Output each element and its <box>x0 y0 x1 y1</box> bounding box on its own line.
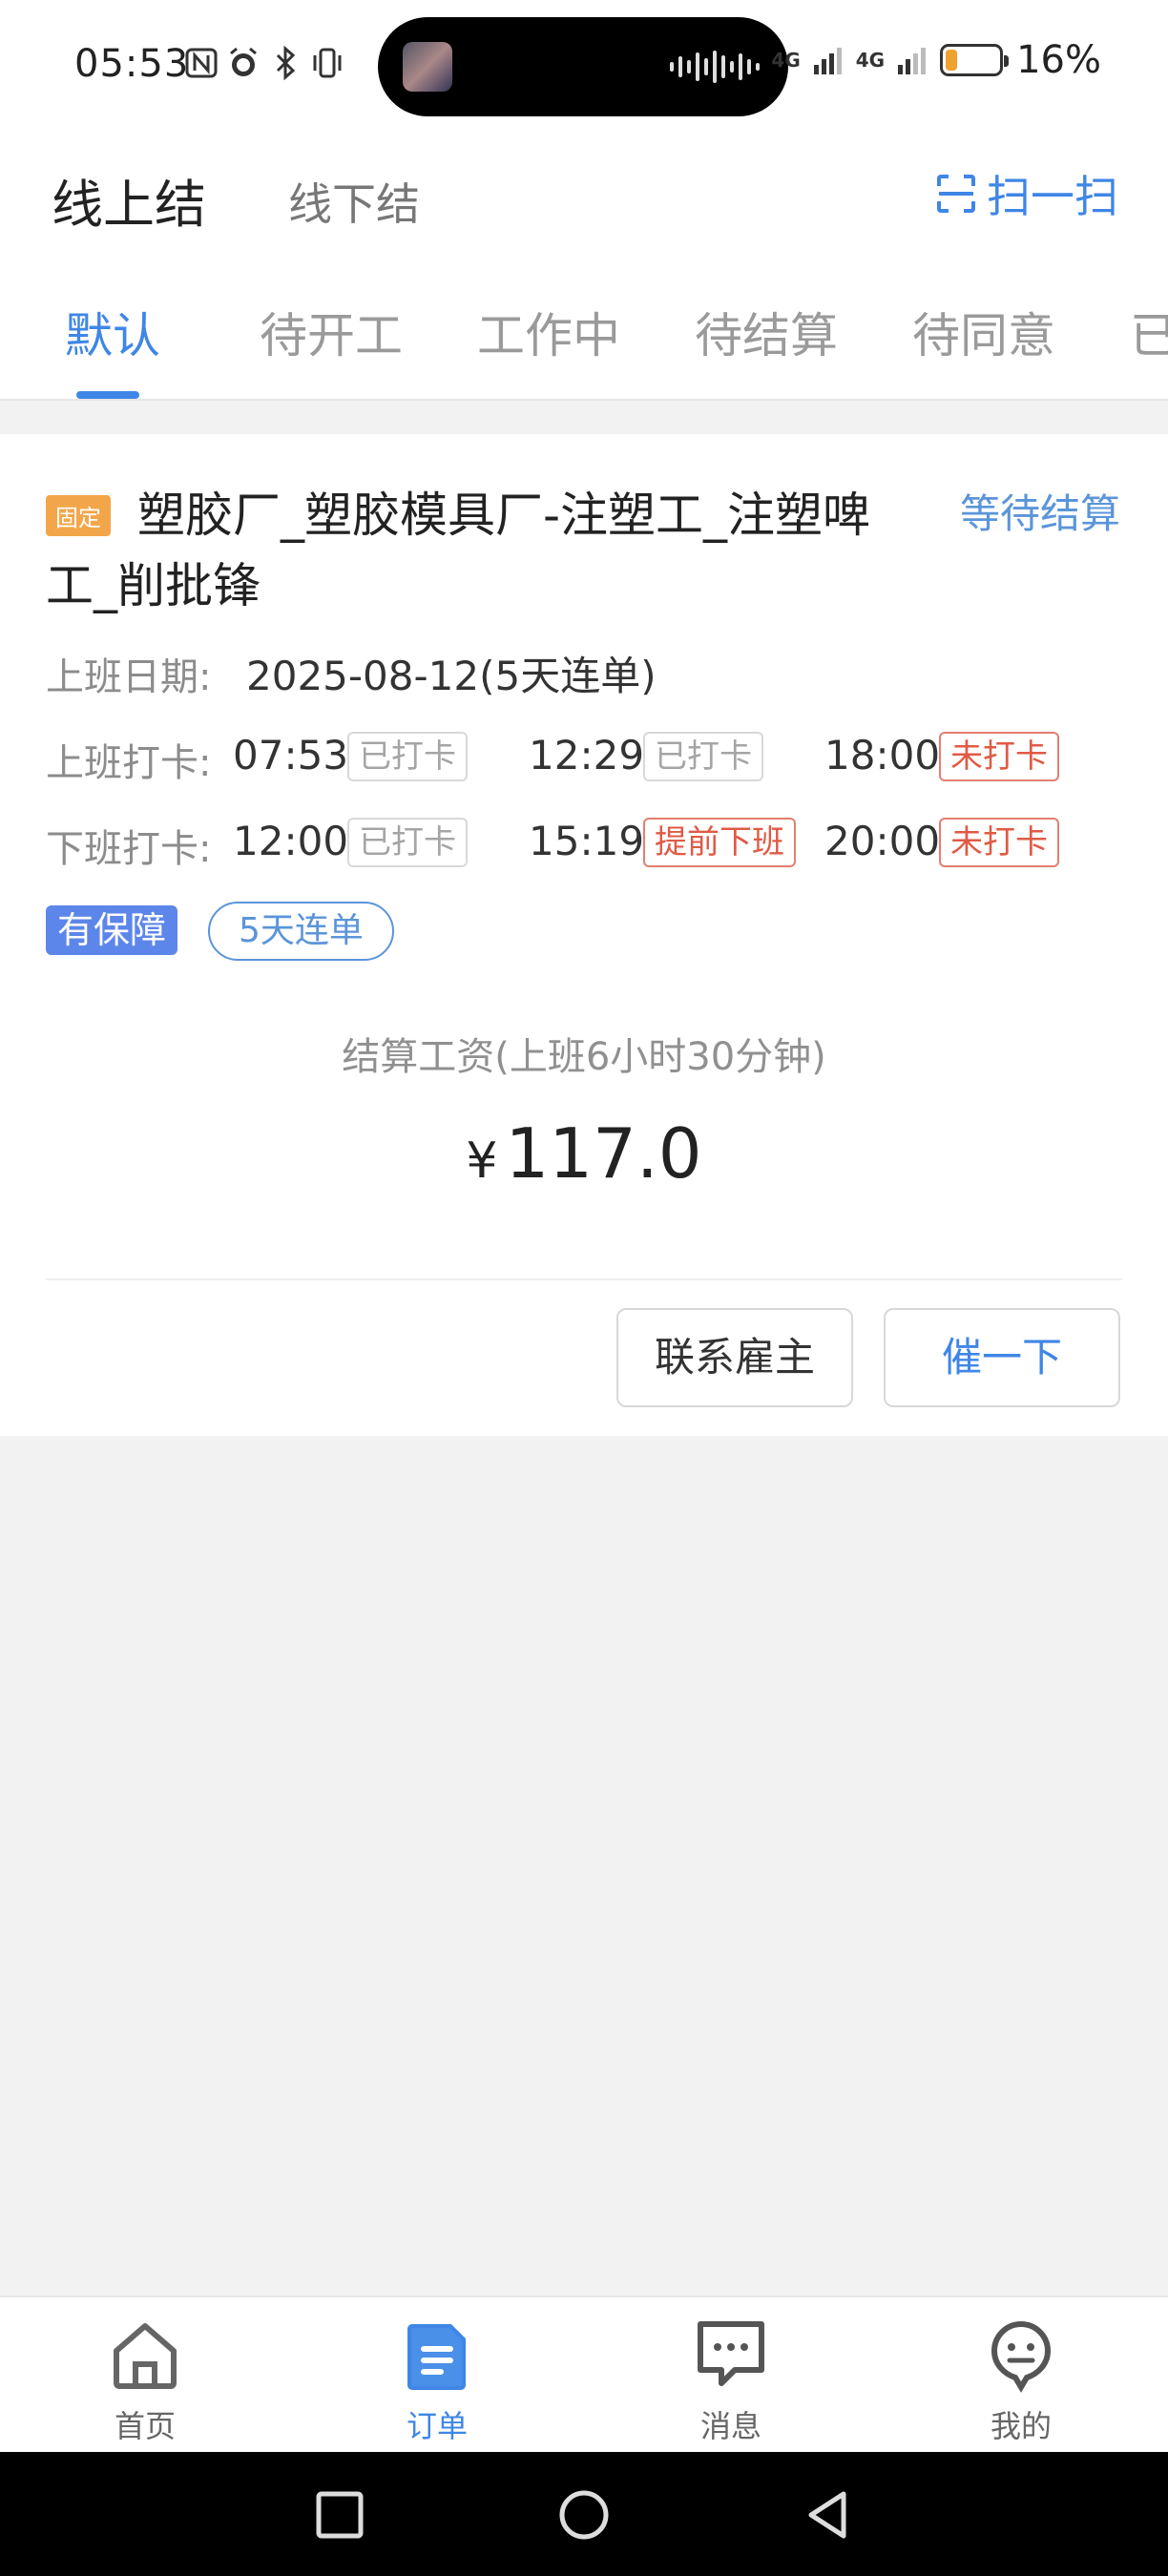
tab-offline-settle[interactable]: 线下结 <box>288 170 420 233</box>
home-icon <box>114 2323 177 2389</box>
wage-amount: ¥117.0 <box>0 1113 1168 1194</box>
tab-default[interactable]: 默认 <box>65 298 160 366</box>
battery-icon <box>940 44 1010 76</box>
back-icon[interactable] <box>802 2488 855 2542</box>
clock-out-state-3: 未打卡 <box>939 818 1059 867</box>
clock-in-state-2: 已打卡 <box>643 732 763 781</box>
recent-apps-icon[interactable] <box>313 2488 366 2542</box>
nav-order[interactable]: 订单 <box>361 2316 513 2446</box>
clock-in-time-2: 12:29 <box>529 732 645 779</box>
clock-out-state-1: 已打卡 <box>347 818 468 867</box>
status-icons <box>185 46 344 80</box>
home-circle-icon[interactable] <box>557 2488 611 2542</box>
order-status-tabs: 默认 待开工 工作中 待结算 待同意 已 <box>0 267 1168 401</box>
nav-home[interactable]: 首页 <box>69 2316 221 2446</box>
bluetooth-icon <box>276 46 296 80</box>
clock-in-time-1: 07:53 <box>233 732 349 779</box>
clock-in-label: 上班打卡: <box>46 741 212 785</box>
clock-in-state-3: 未打卡 <box>939 732 1059 781</box>
card-divider <box>46 1278 1122 1280</box>
currency-symbol: ¥ <box>466 1132 498 1190</box>
wage-label: 结算工资(上班6小时30分钟) <box>342 1035 826 1079</box>
clock-in-time-3: 18:00 <box>824 732 941 779</box>
signal-icon <box>813 48 842 74</box>
active-tab-indicator <box>76 391 139 399</box>
status-right: 4G 4G 16% <box>771 38 1101 82</box>
nav-message[interactable]: 消息 <box>655 2316 807 2446</box>
clock-out-time-2: 15:19 <box>529 818 645 864</box>
message-icon <box>698 2321 764 2386</box>
audio-wave-icon <box>670 50 760 84</box>
nav-profile-label: 我的 <box>990 2408 1052 2444</box>
dynamic-island <box>378 17 788 116</box>
clock-out-label: 下班打卡: <box>46 827 212 871</box>
guarantee-tag: 有保障 <box>46 905 178 955</box>
clock-out-time-3: 20:00 <box>824 818 941 864</box>
nav-profile[interactable]: 我的 <box>945 2316 1097 2446</box>
tab-pending-settle[interactable]: 待结算 <box>695 298 838 366</box>
scan-icon <box>937 175 975 213</box>
contact-employer-button[interactable]: 联系雇主 <box>616 1308 853 1407</box>
status-bar: 05:53 4G 4G 16% <box>0 0 1168 134</box>
alarm-icon <box>230 47 257 76</box>
tab-online-settle[interactable]: 线上结 <box>52 162 206 238</box>
scan-label: 扫一扫 <box>987 171 1118 222</box>
music-cover-icon <box>403 42 452 92</box>
tab-pending-start[interactable]: 待开工 <box>260 298 403 366</box>
status-time: 05:53 <box>74 42 190 86</box>
bottom-nav: 首页 订单 消息 我的 <box>0 2296 1168 2452</box>
clock-in-state-1: 已打卡 <box>347 732 468 781</box>
clock-out-state-2: 提前下班 <box>643 818 796 867</box>
order-title: 塑胶厂_塑胶模具厂-注塑工_注塑啤工_削批锋 <box>46 488 871 613</box>
signal-icon-2 <box>898 48 927 74</box>
work-date-value: 2025-08-12(5天连单) <box>246 653 657 699</box>
scan-button[interactable]: 扫一扫 <box>935 162 1118 225</box>
work-date-label: 上班日期: <box>46 655 212 699</box>
order-status: 等待结算 <box>959 490 1120 537</box>
order-icon <box>407 2324 466 2390</box>
network-1: 4G <box>771 49 801 72</box>
streak-tag: 5天连单 <box>208 902 394 961</box>
system-navigation-bar <box>0 2452 1168 2576</box>
tab-working[interactable]: 工作中 <box>477 298 620 366</box>
order-card[interactable]: 固定 塑胶厂_塑胶模具厂-注塑工_注塑啤工_削批锋 等待结算 上班日期: 202… <box>0 434 1168 1436</box>
nav-message-label: 消息 <box>699 2408 761 2444</box>
urge-button[interactable]: 催一下 <box>884 1308 1120 1407</box>
network-2: 4G <box>855 49 886 72</box>
wage-value: 117.0 <box>505 1113 702 1194</box>
nav-home-label: 首页 <box>114 2408 176 2444</box>
header: 线上结 线下结 扫一扫 <box>0 134 1168 267</box>
tab-pending-agree[interactable]: 待同意 <box>912 298 1055 366</box>
vibrate-icon <box>313 48 342 78</box>
clock-out-time-1: 12:00 <box>233 818 349 864</box>
battery-percent: 16% <box>1016 38 1101 82</box>
nfc-icon <box>185 48 218 78</box>
profile-icon <box>991 2320 1052 2393</box>
tab-done[interactable]: 已 <box>1130 298 1168 366</box>
nav-order-label: 订单 <box>406 2408 468 2444</box>
